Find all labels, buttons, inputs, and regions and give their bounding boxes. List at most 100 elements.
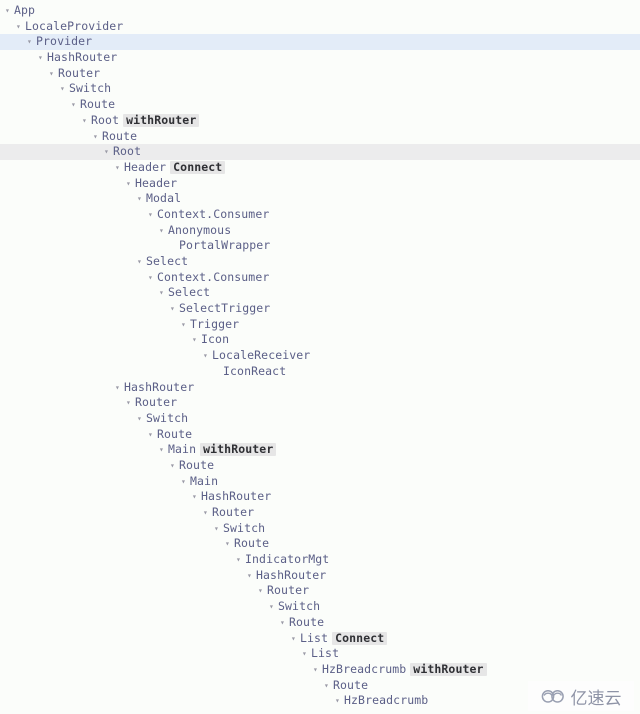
chevron-down-icon[interactable]: ▾ xyxy=(192,332,201,348)
tree-row[interactable]: ▾ Switch xyxy=(0,81,640,97)
tree-row[interactable]: ▾ Provider xyxy=(0,34,640,51)
chevron-down-icon[interactable]: ▾ xyxy=(49,66,58,82)
component-name: Route xyxy=(234,536,270,551)
tree-row[interactable]: ▾ App xyxy=(0,3,640,19)
chevron-down-icon[interactable]: ▾ xyxy=(203,505,212,521)
tree-row[interactable]: ▾ LocaleProvider xyxy=(0,19,640,35)
tree-row[interactable]: ▾ List xyxy=(0,646,640,662)
chevron-down-icon[interactable]: ▾ xyxy=(60,81,69,97)
chevron-down-icon[interactable]: ▾ xyxy=(170,301,179,317)
tree-row-content: ▾ HashRouter xyxy=(38,50,117,66)
tree-row[interactable]: ▾ Route xyxy=(0,427,640,443)
tree-row[interactable]: ▾ Main xyxy=(0,474,640,490)
chevron-down-icon[interactable]: ▾ xyxy=(280,615,289,631)
component-tree-panel[interactable]: ▾ App ▾ LocaleProvider ▾ Provider ▾ HashRouter ▾… xyxy=(0,0,640,714)
chevron-down-icon[interactable]: ▾ xyxy=(93,129,102,145)
chevron-down-icon[interactable]: ▾ xyxy=(137,191,146,207)
chevron-down-icon[interactable]: ▾ xyxy=(247,568,256,584)
tree-row-content: ▾ LocaleReceiver xyxy=(203,348,310,364)
chevron-down-icon[interactable]: ▾ xyxy=(16,19,25,35)
component-name: Switch xyxy=(223,520,266,535)
tree-row[interactable]: ▾ Main withRouter xyxy=(0,442,640,458)
chevron-down-icon[interactable]: ▾ xyxy=(137,411,146,427)
tree-row[interactable]: ▾ Router xyxy=(0,583,640,599)
tree-row[interactable]: ▾ Root xyxy=(0,144,640,160)
chevron-down-icon[interactable]: ▾ xyxy=(181,474,190,490)
tree-row[interactable]: ▾ HashRouter xyxy=(0,380,640,396)
chevron-down-icon[interactable]: ▾ xyxy=(82,113,91,129)
chevron-down-icon[interactable]: ▾ xyxy=(71,97,80,113)
tree-row[interactable]: ▾ List Connect xyxy=(0,631,640,647)
tree-row[interactable]: ▾ Route xyxy=(0,458,640,474)
chevron-down-icon[interactable]: ▾ xyxy=(148,427,157,443)
tree-row[interactable]: ▾ Select xyxy=(0,285,640,301)
chevron-down-icon[interactable]: ▾ xyxy=(159,285,168,301)
tree-row[interactable]: ▾ IndicatorMgt xyxy=(0,552,640,568)
chevron-down-icon[interactable]: ▾ xyxy=(148,270,157,286)
tree-row[interactable]: ▾ HashRouter xyxy=(0,50,640,66)
chevron-down-icon[interactable]: ▾ xyxy=(181,317,190,333)
tree-row[interactable]: ▾ Route xyxy=(0,129,640,145)
tree-row-content: ▾ Context.Consumer xyxy=(148,270,269,286)
tree-row[interactable]: ▾ HashRouter xyxy=(0,568,640,584)
tree-row[interactable]: ▾ Route xyxy=(0,615,640,631)
tree-row[interactable]: ▾ Route xyxy=(0,97,640,113)
tree-row[interactable]: ▾ Modal xyxy=(0,191,640,207)
tree-row-content: ▾ Route xyxy=(225,536,269,552)
tree-row[interactable]: ▾PortalWrapper xyxy=(0,238,640,254)
chevron-down-icon[interactable]: ▾ xyxy=(192,489,201,505)
chevron-down-icon[interactable]: ▾ xyxy=(203,348,212,364)
chevron-down-icon[interactable]: ▾ xyxy=(302,646,311,662)
chevron-down-icon[interactable]: ▾ xyxy=(137,254,146,270)
chevron-down-icon[interactable]: ▾ xyxy=(148,207,157,223)
chevron-down-icon[interactable]: ▾ xyxy=(313,662,322,678)
chevron-down-icon[interactable]: ▾ xyxy=(170,458,179,474)
tree-row[interactable]: ▾ Router xyxy=(0,505,640,521)
chevron-down-icon[interactable]: ▾ xyxy=(324,678,333,694)
tree-row[interactable]: ▾ Switch xyxy=(0,411,640,427)
tree-row[interactable]: ▾ SelectTrigger xyxy=(0,301,640,317)
chevron-down-icon[interactable]: ▾ xyxy=(27,34,36,50)
tree-row-content: ▾ Route xyxy=(148,427,192,443)
chevron-down-icon[interactable]: ▾ xyxy=(258,583,267,599)
tree-row[interactable]: ▾ Anonymous xyxy=(0,223,640,239)
chevron-down-icon[interactable]: ▾ xyxy=(291,631,300,647)
tree-row[interactable]: ▾ Icon xyxy=(0,332,640,348)
chevron-down-icon[interactable]: ▾ xyxy=(236,552,245,568)
tree-row[interactable]: ▾ Header Connect xyxy=(0,160,640,176)
tree-row[interactable]: ▾IconReact xyxy=(0,364,640,380)
tree-row[interactable]: ▾ Select xyxy=(0,254,640,270)
hoc-badge: withRouter xyxy=(410,662,487,676)
tree-row[interactable]: ▾ Context.Consumer xyxy=(0,270,640,286)
tree-row-content: ▾ Icon xyxy=(192,332,229,348)
chevron-down-icon[interactable]: ▾ xyxy=(126,395,135,411)
tree-row[interactable]: ▾ Trigger xyxy=(0,317,640,333)
tree-row[interactable]: ▾ Header xyxy=(0,176,640,192)
chevron-down-icon[interactable]: ▾ xyxy=(126,176,135,192)
chevron-down-icon[interactable]: ▾ xyxy=(104,144,113,160)
tree-row[interactable]: ▾ HzBreadcrumb xyxy=(0,693,640,709)
tree-row[interactable]: ▾ Switch xyxy=(0,599,640,615)
chevron-down-icon[interactable]: ▾ xyxy=(115,380,124,396)
tree-row[interactable]: ▾ HashRouter xyxy=(0,489,640,505)
tree-row[interactable]: ▾ Route xyxy=(0,536,640,552)
tree-row[interactable]: ▾ Router xyxy=(0,66,640,82)
tree-row[interactable]: ▾ LocaleReceiver xyxy=(0,348,640,364)
tree-row[interactable]: ▾ Switch xyxy=(0,521,640,537)
chevron-down-icon[interactable]: ▾ xyxy=(159,223,168,239)
component-name: Root xyxy=(91,112,120,127)
tree-row-content: ▾ App xyxy=(5,3,35,19)
chevron-down-icon[interactable]: ▾ xyxy=(335,693,344,709)
chevron-down-icon[interactable]: ▾ xyxy=(38,50,47,66)
chevron-down-icon[interactable]: ▾ xyxy=(214,521,223,537)
tree-row[interactable]: ▾ Root withRouter xyxy=(0,113,640,129)
tree-row[interactable]: ▾ Context.Consumer xyxy=(0,207,640,223)
tree-row[interactable]: ▾ Route xyxy=(0,678,640,694)
chevron-down-icon[interactable]: ▾ xyxy=(115,160,124,176)
chevron-down-icon[interactable]: ▾ xyxy=(5,3,14,19)
chevron-down-icon[interactable]: ▾ xyxy=(269,599,278,615)
chevron-down-icon[interactable]: ▾ xyxy=(225,536,234,552)
tree-row[interactable]: ▾ HzBreadcrumb withRouter xyxy=(0,662,640,678)
tree-row[interactable]: ▾ Router xyxy=(0,395,640,411)
chevron-down-icon[interactable]: ▾ xyxy=(159,442,168,458)
